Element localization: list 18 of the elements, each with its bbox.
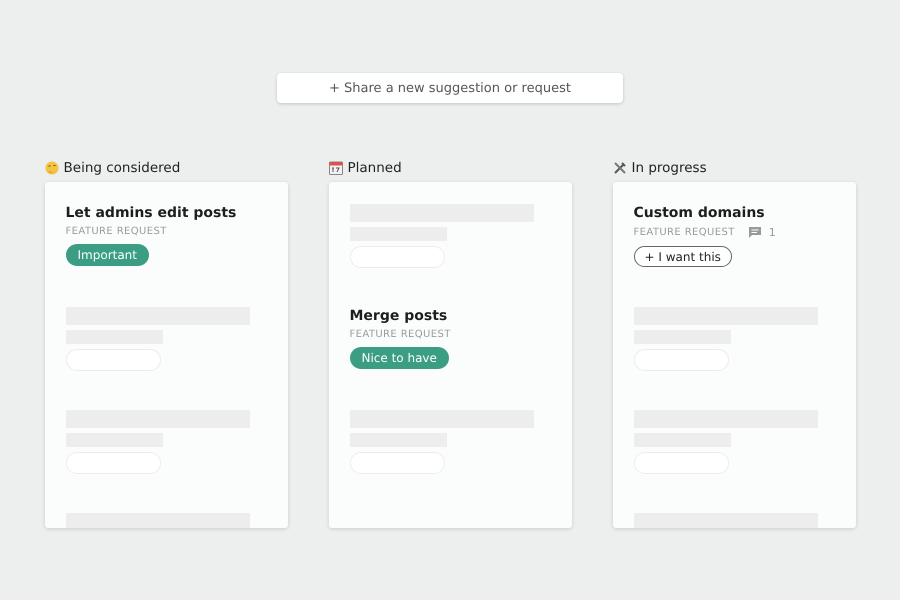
- priority-tag: Important: [66, 244, 149, 266]
- comment-icon: [748, 227, 761, 238]
- post-category: FEATURE REQUEST: [66, 226, 167, 237]
- column-title: Being considered: [64, 160, 180, 176]
- share-suggestion-button[interactable]: + Share a new suggestion or request: [277, 73, 623, 103]
- post-title[interactable]: Custom domains: [634, 204, 765, 222]
- post-title[interactable]: Merge posts: [350, 307, 448, 325]
- priority-tag: Nice to have: [350, 347, 449, 369]
- comment-count: 1: [768, 226, 776, 239]
- post-category: FEATURE REQUEST: [350, 329, 451, 340]
- want-this-button[interactable]: + I want this: [634, 246, 732, 267]
- post-title[interactable]: Let admins edit posts: [66, 204, 236, 222]
- post-category: FEATURE REQUEST: [634, 227, 735, 238]
- calendar-icon: [328, 161, 342, 175]
- column-title: In progress: [632, 160, 707, 176]
- tools-icon: [612, 161, 626, 175]
- thinking-face-icon: [44, 161, 58, 175]
- column-title: Planned: [348, 160, 402, 176]
